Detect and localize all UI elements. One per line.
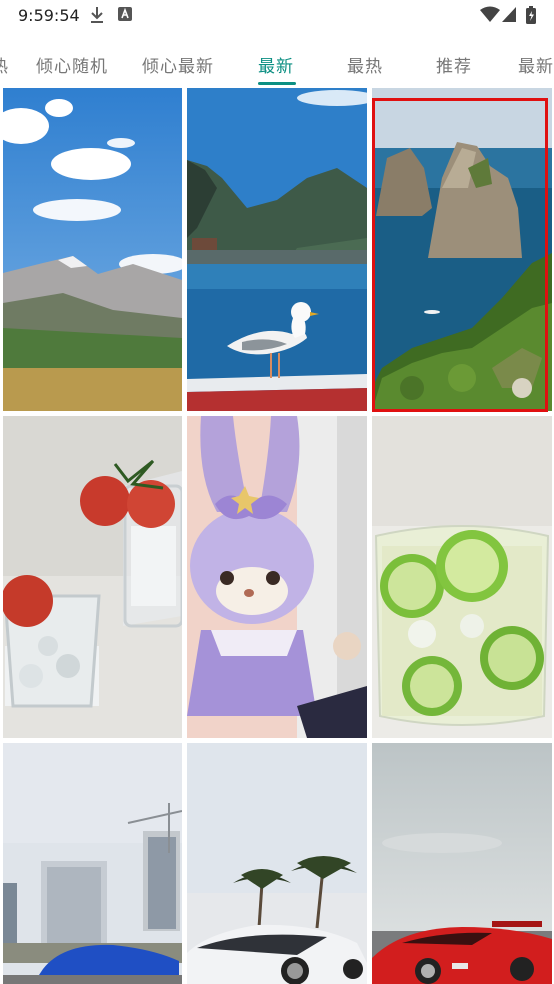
wallpaper-thumb-palm-supercar[interactable]	[187, 743, 367, 984]
status-bar: 9:59:54	[0, 0, 554, 30]
download-icon	[90, 6, 104, 28]
font-app-icon	[118, 6, 132, 26]
tab-latest-partial[interactable]: 最新	[518, 52, 554, 77]
tab-qingxin-random[interactable]: 倾心随机	[36, 52, 108, 77]
wallpaper-thumb-seagull[interactable]	[187, 88, 367, 411]
wallpaper-grid	[0, 88, 554, 984]
status-time: 9:59:54	[18, 6, 80, 25]
wifi-icon	[480, 6, 500, 26]
tab-recommended[interactable]: 推荐	[436, 52, 472, 77]
wallpaper-thumb-red-supercar[interactable]	[372, 743, 552, 984]
tab-qingxin-latest[interactable]: 倾心最新	[142, 52, 214, 77]
wallpaper-thumb-plush-bunny[interactable]	[187, 416, 367, 738]
battery-icon	[526, 6, 536, 28]
tab-partial-left[interactable]: 热	[0, 52, 9, 77]
wallpaper-thumb-sea-cliffs[interactable]	[372, 88, 552, 411]
signal-icon	[502, 6, 516, 26]
wallpaper-thumb-mountain[interactable]	[3, 88, 182, 411]
wallpaper-thumb-tomato-glasses[interactable]	[3, 416, 182, 738]
wallpaper-thumb-city-car[interactable]	[3, 743, 182, 984]
active-tab-indicator	[258, 82, 296, 85]
tab-hottest[interactable]: 最热	[347, 52, 383, 77]
tab-latest[interactable]: 最新	[258, 52, 294, 77]
wallpaper-thumb-cucumber-drink[interactable]	[372, 416, 552, 738]
category-tab-bar: 热 倾心随机 倾心最新 最新 最热 推荐 最新	[0, 44, 554, 88]
